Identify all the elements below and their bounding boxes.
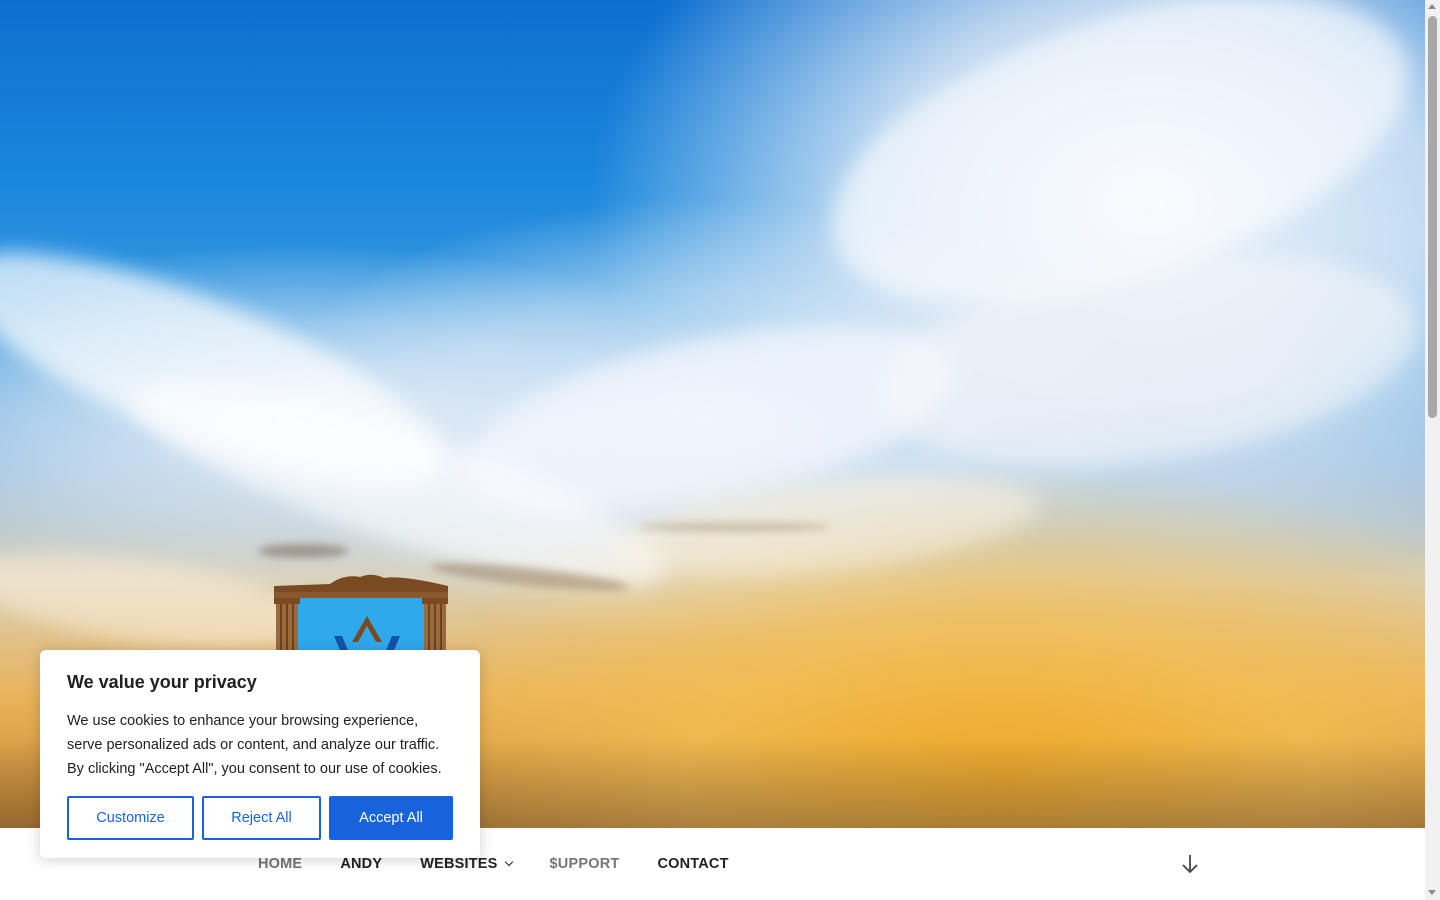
scroll-up-arrow-icon[interactable] bbox=[1428, 4, 1436, 9]
accept-all-button[interactable]: Accept All bbox=[329, 796, 453, 840]
nav-item-home[interactable]: HOME bbox=[258, 856, 302, 872]
nav-item-label: $UPPORT bbox=[549, 856, 620, 872]
cookie-title: We value your privacy bbox=[67, 672, 257, 692]
nav-item-websites[interactable]: WEBSITES bbox=[420, 856, 513, 872]
customize-button[interactable]: Customize bbox=[67, 796, 194, 840]
chevron-down-icon bbox=[504, 857, 513, 867]
cookie-consent-banner: We value your privacy We use cookies to … bbox=[40, 650, 480, 858]
scrollbar-thumb[interactable] bbox=[1428, 16, 1437, 418]
nav-item-label: CONTACT bbox=[657, 856, 729, 872]
scroll-down-arrow-icon[interactable] bbox=[1428, 890, 1436, 895]
cookie-buttons: Customize Reject All Accept All bbox=[67, 796, 453, 840]
nav-item-andy[interactable]: ANDY bbox=[340, 856, 382, 872]
arrow-down-icon[interactable] bbox=[1178, 852, 1202, 876]
page-scrollbar[interactable] bbox=[1425, 0, 1440, 900]
cookie-description: We use cookies to enhance your browsing … bbox=[67, 713, 442, 777]
nav-item-support[interactable]: $UPPORT bbox=[550, 856, 620, 872]
page: HOME ANDY WEBSITES $UPPORT CONTACT We va… bbox=[0, 0, 1440, 900]
site-logo[interactable] bbox=[272, 572, 450, 662]
nav-item-label: ANDY bbox=[340, 856, 383, 872]
nav-item-contact[interactable]: CONTACT bbox=[657, 856, 728, 872]
nav-item-label: HOME bbox=[258, 856, 303, 872]
nav-item-label: WEBSITES bbox=[420, 856, 498, 872]
reject-all-button[interactable]: Reject All bbox=[202, 796, 321, 840]
